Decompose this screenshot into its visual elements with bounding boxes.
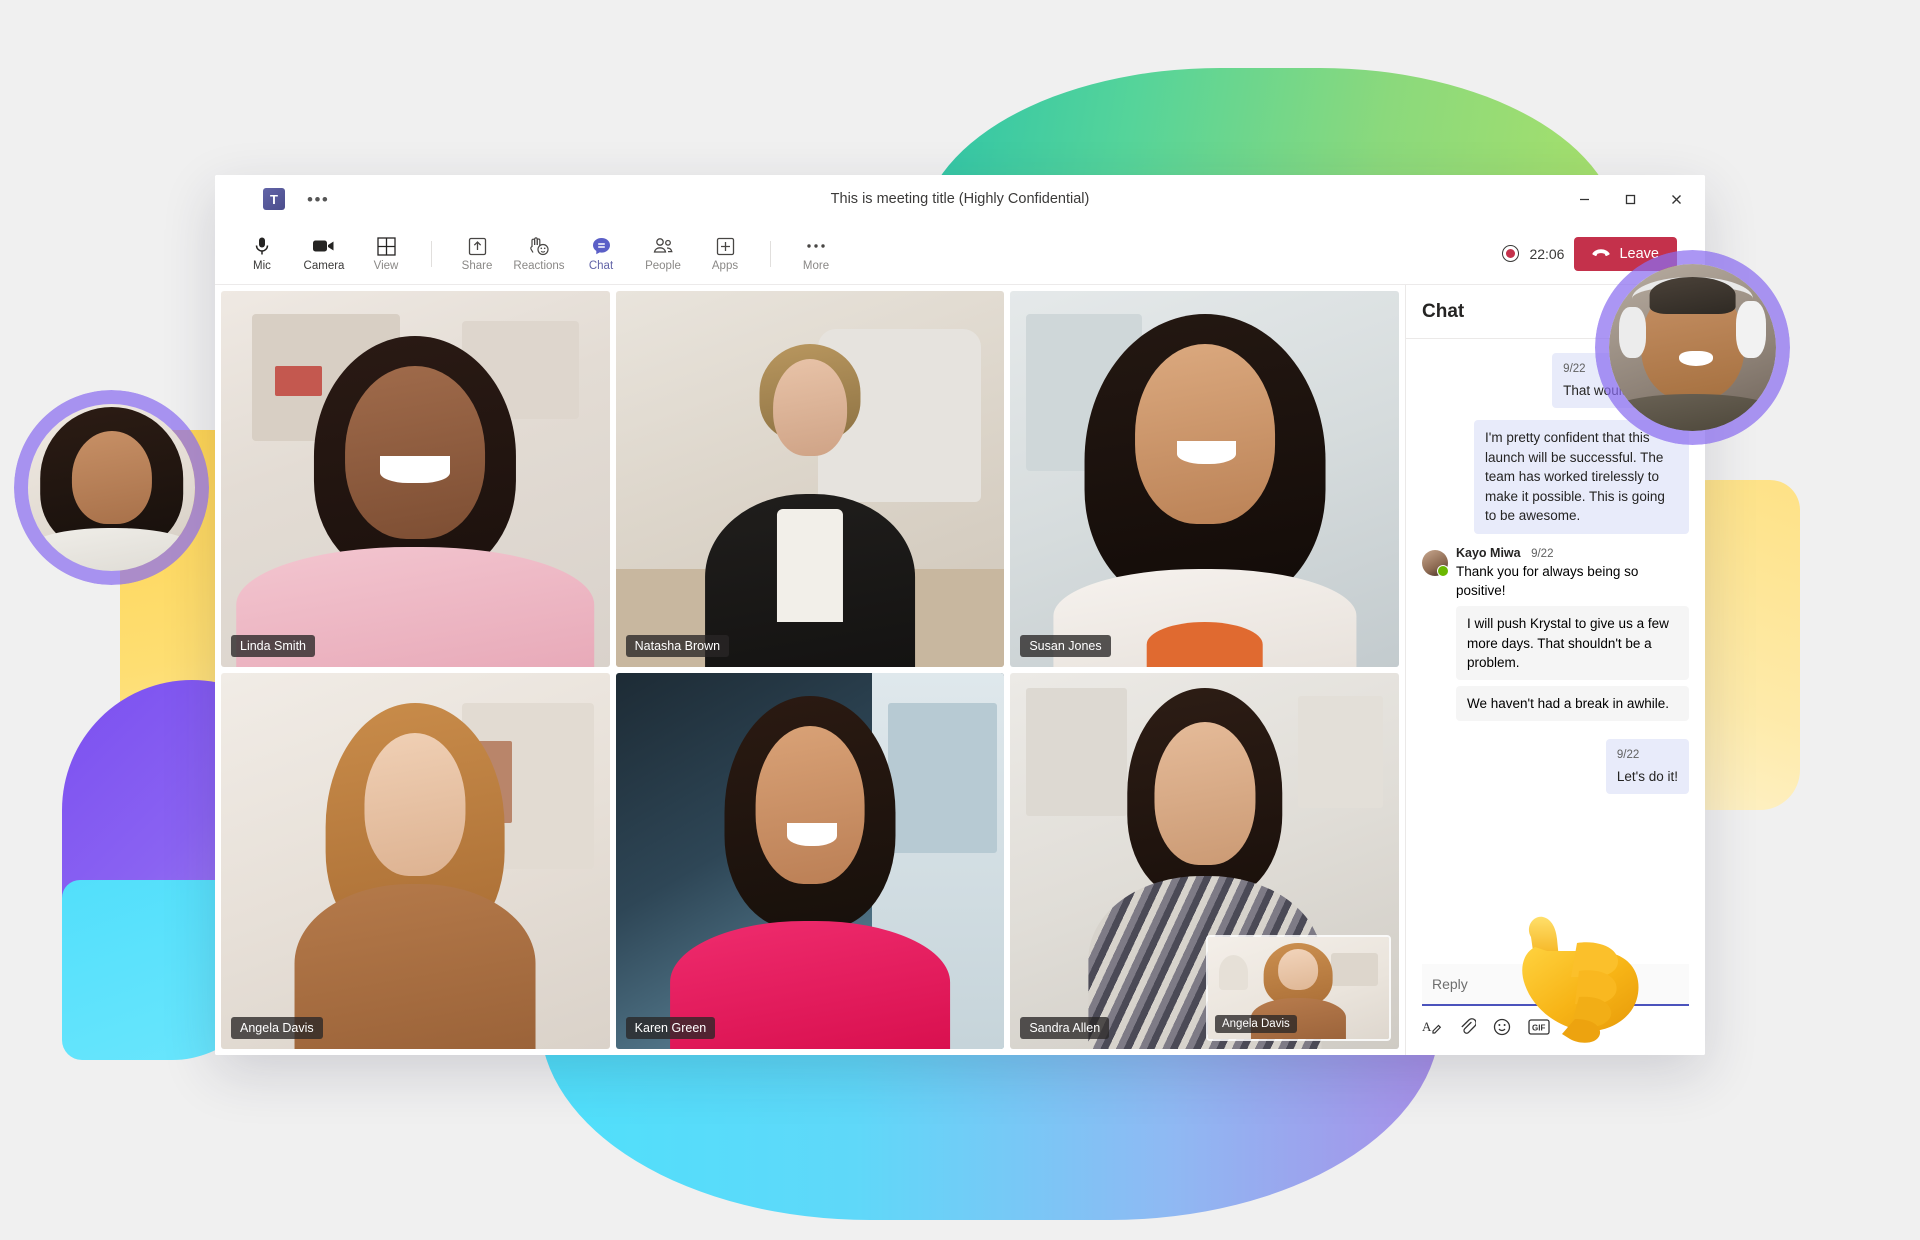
minimize-button[interactable] [1563,181,1605,217]
message-text: We haven't had a break in awhile. [1456,685,1689,721]
toolbar-divider-1 [431,240,432,267]
chat-message-outgoing-2: I'm pretty confident that this launch wi… [1422,420,1689,535]
video-tile-natasha-brown[interactable]: Natasha Brown [615,291,1005,667]
video-tile-angela-davis[interactable]: Angela Davis [221,673,610,1049]
reply-placeholder: Reply [1432,976,1468,992]
message-text: Let's do it! [1616,768,1678,784]
participant-name-chip: Sandra Allen [1020,1017,1110,1039]
teams-meeting-window: T ••• This is meeting title (Highly Conf… [215,175,1705,1055]
chat-panel-title: Chat [1422,300,1465,322]
toolbar-label-reactions: Reactions [513,260,565,272]
toolbar-button-people[interactable]: People [632,235,694,272]
participant-name-chip: Karen Green [625,1017,716,1039]
recording-indicator-icon [1502,245,1520,262]
participant-name-chip: Linda Smith [231,635,316,657]
attach-file-icon[interactable] [1459,1018,1477,1041]
toolbar-button-more[interactable]: More [785,235,847,272]
toolbar-label-chat: Chat [588,260,614,272]
maximize-button[interactable] [1609,181,1651,217]
toolbar-button-chat[interactable]: Chat [570,235,632,272]
svg-text:A: A [1422,1019,1432,1034]
toolbar-button-camera[interactable]: Camera [293,235,355,272]
video-tile-linda-smith[interactable]: Linda Smith [221,291,610,667]
toolbar-button-mic[interactable]: Mic [231,235,293,272]
apps-plus-icon [716,235,735,257]
toolbar-button-apps[interactable]: Apps [694,235,756,272]
camera-icon [312,235,336,257]
avatar [1422,550,1449,578]
participant-name-chip: Susan Jones [1020,635,1111,657]
page-root: T ••• This is meeting title (Highly Conf… [0,0,1920,1240]
window-controls [1563,181,1697,217]
meeting-timer: 22:06 [1529,245,1565,262]
toolbar-label-people: People [645,260,681,272]
message-timestamp: 9/22 [1531,548,1554,561]
floating-avatar-woman [14,390,209,585]
people-icon [652,235,675,257]
microphone-icon [253,235,271,257]
meeting-body: Linda Smith Natasha Brown Susan Jones An… [215,285,1705,1055]
participant-name-chip: Natasha Brown [625,635,730,657]
message-text: Thank you for always being so positive! [1456,564,1639,599]
toolbar-divider-2 [770,240,771,267]
toolbar-label-mic: Mic [253,260,271,272]
more-icon [806,235,826,257]
teams-logo-icon: T [263,188,290,210]
video-tile-karen-green[interactable]: Karen Green [615,673,1005,1049]
thumbs-up-emoji [1505,885,1655,1045]
toolbar-label-view: View [373,260,399,272]
chat-message-incoming-group: Kayo Miwa 9/22 Thank you for always bein… [1422,546,1689,721]
toolbar-button-view[interactable]: View [355,235,417,272]
toolbar-label-share: Share [461,260,493,272]
message-sender: Kayo Miwa [1456,546,1521,561]
toolbar-label-apps: Apps [711,260,739,272]
toolbar-label-camera: Camera [303,260,345,272]
video-tile-susan-jones[interactable]: Susan Jones [1010,291,1399,667]
format-text-icon[interactable]: A [1422,1018,1442,1041]
pip-participant-name-chip: Angela Davis [1214,1015,1297,1033]
floating-avatar-man-headphones [1595,250,1790,445]
toolbar-label-more: More [802,260,830,272]
chat-message-outgoing-3: 9/22 Let's do it! [1422,738,1689,795]
share-icon [468,235,487,257]
page-title: This is meeting title (Highly Confidenti… [830,191,1090,207]
phone-hangup-icon [1592,246,1611,262]
toolbar-button-reactions[interactable]: Reactions [508,235,570,272]
pip-tile-angela-davis[interactable]: Angela Davis [1205,935,1391,1041]
titlebar-overflow-icon[interactable]: ••• [307,191,329,208]
message-timestamp: 9/22 [1616,748,1640,761]
toolbar-button-share[interactable]: Share [446,235,508,272]
grid-view-icon [376,235,396,257]
participant-name-chip: Angela Davis [231,1017,323,1039]
video-tile-sandra-allen[interactable]: Sandra Allen Angela Davis [1010,673,1399,1049]
video-grid: Linda Smith Natasha Brown Susan Jones An… [215,285,1405,1055]
chat-icon [591,235,612,257]
title-bar: T ••• This is meeting title (Highly Conf… [215,175,1705,223]
close-button[interactable] [1655,181,1697,217]
message-text: I will push Krystal to give us a few mor… [1456,606,1689,680]
reactions-icon [528,235,550,257]
meeting-toolbar: Mic Camera View Share Reactions Chat Peo… [215,223,1705,285]
